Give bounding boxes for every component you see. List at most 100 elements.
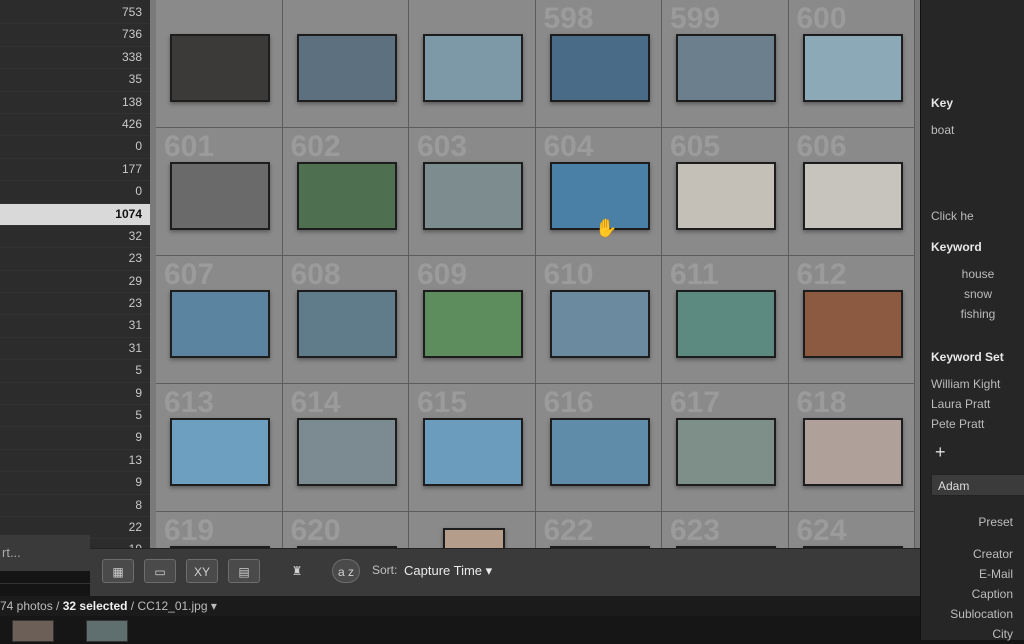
photo-thumbnail[interactable] [549, 290, 650, 358]
survey-view-button[interactable]: ▤ [228, 559, 260, 583]
photo-thumbnail[interactable] [296, 290, 397, 358]
click-here-text[interactable]: Click he [931, 206, 1024, 226]
left-footer[interactable]: rt... [0, 535, 90, 571]
photo-thumbnail[interactable] [296, 162, 397, 230]
folder-count-row[interactable]: 35 [0, 69, 150, 92]
spray-can-icon[interactable]: ♜ [286, 559, 308, 583]
photo-thumbnail[interactable] [170, 34, 270, 102]
folder-count-row[interactable]: 8 [0, 495, 150, 517]
grid-cell[interactable]: 615 [409, 384, 536, 512]
photo-thumbnail[interactable] [802, 418, 903, 486]
cell-index-number: 602 [290, 130, 341, 163]
photo-thumbnail[interactable] [170, 418, 270, 486]
photo-thumbnail[interactable] [802, 290, 903, 358]
compare-view-button[interactable]: XY [186, 559, 218, 583]
photo-thumbnail[interactable] [296, 34, 397, 102]
photo-thumbnail[interactable] [423, 290, 523, 358]
photo-thumbnail[interactable] [676, 162, 776, 230]
folder-count-row[interactable]: 177 [0, 159, 150, 182]
folder-count-row[interactable]: 0 [0, 136, 150, 159]
grid-cell[interactable]: 611 [662, 256, 789, 384]
folder-count-row[interactable]: 29 [0, 271, 150, 294]
folder-count-row[interactable]: 0 [0, 181, 150, 204]
folder-count-row[interactable]: 13 [0, 450, 150, 473]
keyword-suggestion[interactable]: house [931, 264, 1024, 284]
photo-thumbnail[interactable] [296, 418, 397, 486]
cell-index-number: 609 [417, 258, 468, 291]
sort-value[interactable]: Capture Time [404, 563, 482, 578]
loupe-view-button[interactable]: ▭ [144, 559, 176, 583]
grid-cell[interactable] [156, 0, 283, 128]
current-file[interactable]: / CC12_01.jpg [131, 599, 208, 613]
cell-index-number: 603 [417, 130, 468, 163]
file-menu-chevron-icon[interactable]: ▾ [211, 599, 217, 613]
folder-count-row[interactable]: 31 [0, 338, 150, 361]
grid-cell[interactable]: 612 [788, 256, 915, 384]
keyword-set-item[interactable]: William Kight [931, 374, 1024, 394]
folder-count-row[interactable]: 23 [0, 293, 150, 316]
grid-cell[interactable] [282, 0, 409, 128]
grid-view-button[interactable]: ▦ [102, 559, 134, 583]
folder-count-row[interactable]: 9 [0, 383, 150, 406]
grid-cell[interactable]: 599 [662, 0, 789, 128]
folder-count-row[interactable]: 5 [0, 405, 150, 428]
grid-cell[interactable] [409, 0, 536, 128]
click-here-hint[interactable]: Click he [931, 206, 1024, 226]
grid-cell[interactable]: 614 [282, 384, 409, 512]
photo-thumbnail[interactable] [549, 418, 650, 486]
keyword-suggestion[interactable]: snow [931, 284, 1024, 304]
photo-thumbnail[interactable] [676, 34, 776, 102]
grid-cell[interactable]: 607 [156, 256, 283, 384]
folder-count-row[interactable]: 338 [0, 47, 150, 70]
folder-count-row[interactable]: 138 [0, 92, 150, 114]
folder-count-row[interactable]: 9 [0, 472, 150, 495]
sort-direction-button[interactable]: a z [332, 559, 360, 583]
keyword-set-item[interactable]: Pete Pratt [931, 414, 1024, 434]
folder-count-row[interactable]: 736 [0, 24, 150, 47]
folder-count-row[interactable]: 753 [0, 2, 150, 25]
grid-cell[interactable]: 606 [788, 128, 915, 256]
grid-cell[interactable]: 602 [282, 128, 409, 256]
grid-cell[interactable]: 598 [535, 0, 662, 128]
photo-thumbnail[interactable] [170, 162, 270, 230]
keyword-set-item[interactable]: Laura Pratt [931, 394, 1024, 414]
grid-cell[interactable]: 616 [535, 384, 662, 512]
grid-cell[interactable]: 603 [409, 128, 536, 256]
grid-cell[interactable]: 613 [156, 384, 283, 512]
grid-cell[interactable]: 610 [535, 256, 662, 384]
filmstrip[interactable] [0, 616, 920, 642]
photo-thumbnail[interactable] [170, 290, 270, 358]
photo-thumbnail[interactable] [423, 34, 523, 102]
sort-select[interactable]: Capture Time ▾ [404, 563, 492, 579]
grid-cell[interactable]: 609 [409, 256, 536, 384]
keyword-suggestion[interactable]: fishing [931, 304, 1024, 324]
photo-thumbnail[interactable] [676, 290, 776, 358]
folder-count-row[interactable]: 23 [0, 248, 150, 271]
photo-thumbnail[interactable] [549, 34, 650, 102]
photo-thumbnail[interactable] [802, 162, 903, 230]
grid-cell[interactable]: 600 [788, 0, 915, 128]
photo-thumbnail[interactable] [676, 418, 776, 486]
folder-count-row[interactable]: 5 [0, 360, 150, 383]
grid-cell[interactable]: 605 [662, 128, 789, 256]
photo-thumbnail[interactable] [423, 162, 523, 230]
folder-count-row[interactable]: 426 [0, 114, 150, 137]
grid-cell[interactable]: 618 [788, 384, 915, 512]
grid-cell[interactable]: 617 [662, 384, 789, 512]
filmstrip-thumb[interactable] [12, 620, 54, 642]
filmstrip-thumb[interactable] [86, 620, 128, 642]
photo-thumbnail[interactable] [802, 34, 903, 102]
keyword-tags-value[interactable]: boat [931, 120, 1024, 140]
metadata-preset-select[interactable]: Adam [931, 474, 1024, 496]
photo-thumbnail[interactable] [423, 418, 523, 486]
folder-count-row[interactable]: 9 [0, 427, 150, 450]
cell-index-number: 623 [670, 514, 721, 547]
chevron-down-icon[interactable]: ▾ [486, 563, 493, 578]
folder-count-row[interactable]: 31 [0, 315, 150, 338]
grid-cell[interactable]: 601 [156, 128, 283, 256]
grid-cell[interactable]: 608 [282, 256, 409, 384]
folder-count-row[interactable]: 1074 [0, 203, 150, 226]
folder-count-row[interactable]: 32 [0, 226, 150, 249]
add-icon[interactable]: + [935, 442, 946, 463]
cell-index-number: 605 [670, 130, 721, 163]
